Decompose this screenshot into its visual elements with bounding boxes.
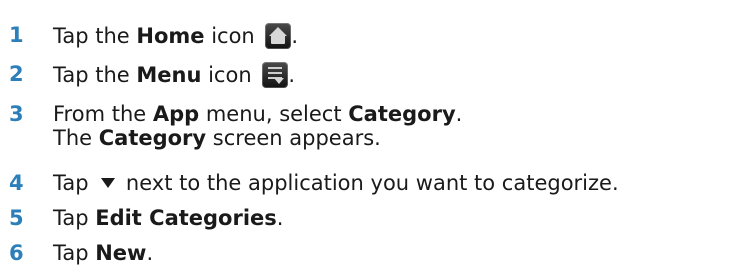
home-icon [265,23,292,49]
step-text-part: . [288,63,296,87]
step-number: 3 [9,102,24,126]
step-text-part: . [276,206,284,230]
menu-icon [262,62,289,88]
step-text-part: . [146,241,154,265]
ui-term-app: App [152,102,200,126]
step-text: Tap the Home icon . [53,23,723,49]
step-text-part: menu, select [199,102,349,126]
step-text-part: icon [204,24,255,48]
step-text: Tap New. [53,241,723,265]
step-text-part: From the [53,102,153,126]
ui-term-home: Home [136,24,205,48]
step-text: From the App menu, select Category. The … [53,102,723,150]
step-text-part: icon [201,63,252,87]
step-number: 1 [9,23,24,47]
step-text: Tap the Menu icon . [53,62,723,88]
step-number: 6 [9,241,24,265]
ui-term-category: Category [98,126,207,150]
step-text-part: next to the application you want to cate… [119,171,619,195]
ui-term-new: New [95,241,147,265]
ui-term-menu: Menu [136,63,202,87]
step-text: Tap Edit Categories. [53,206,723,230]
step-text-part: Tap [53,206,96,230]
step-text-part: . [455,102,463,126]
step-text-part: Tap [53,171,96,195]
step-text-part: screen appears. [206,126,381,150]
step-text-part: Tap [53,241,96,265]
dropdown-triangle-icon [101,178,116,188]
step-text-part: The [53,126,99,150]
step-text-part: Tap the [53,24,137,48]
ui-term-edit-categories: Edit Categories [95,206,277,230]
step-number: 4 [9,171,24,195]
step-text-part: Tap the [53,63,137,87]
step-text-part: . [291,24,299,48]
step-number: 5 [9,206,24,230]
step-text: Tap next to the application you want to … [53,171,723,195]
ui-term-category: Category [348,102,456,126]
step-number: 2 [9,62,24,86]
procedure-steps: 1 Tap the Home icon . 2 Tap the Menu ico… [0,0,733,272]
